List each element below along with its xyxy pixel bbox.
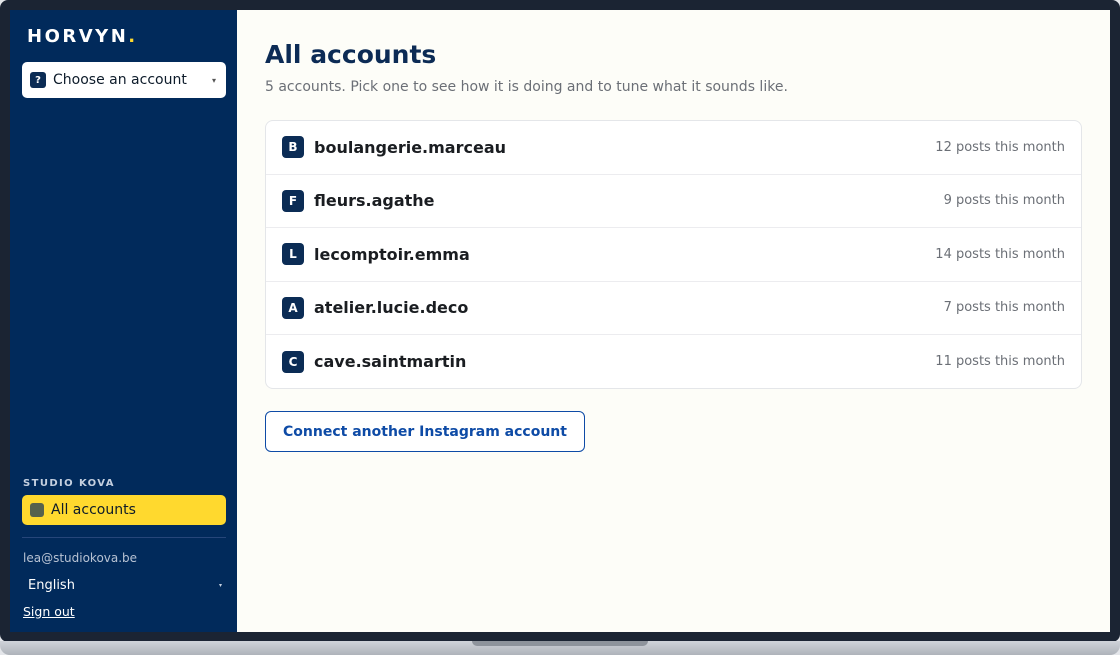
team-label: STUDIO KOVA <box>23 478 115 489</box>
brand-dot: . <box>128 26 138 47</box>
main-content: All accounts 5 accounts. Pick one to see… <box>237 10 1110 632</box>
account-post-count: 12 posts this month <box>935 139 1065 155</box>
device-notch <box>472 641 648 646</box>
brand-logo[interactable]: HORVYN. <box>27 26 138 47</box>
account-post-count: 11 posts this month <box>935 354 1065 370</box>
language-select[interactable]: English ▾ <box>22 576 222 594</box>
page-title: All accounts <box>265 40 437 69</box>
brand-name: HORVYN <box>27 26 129 47</box>
sidebar: HORVYN. ? Choose an account ▾ STUDIO KOV… <box>10 10 237 632</box>
account-name: cave.saintmartin <box>314 352 467 372</box>
account-name: atelier.lucie.deco <box>314 298 469 318</box>
chevron-down-icon: ▾ <box>211 75 216 85</box>
account-initial-badge: C <box>282 350 304 373</box>
sign-out-link[interactable]: Sign out <box>23 604 75 619</box>
account-list: B boulangerie.marceau 12 posts this mont… <box>265 120 1082 389</box>
account-initial-badge: A <box>282 296 304 319</box>
list-item[interactable]: A atelier.lucie.deco 7 posts this month <box>266 282 1081 335</box>
list-item[interactable]: L lecomptoir.emma 14 posts this month <box>266 228 1081 282</box>
account-post-count: 14 posts this month <box>935 246 1065 262</box>
sidebar-item-all-accounts[interactable]: All accounts <box>22 495 226 525</box>
account-selector[interactable]: ? Choose an account ▾ <box>22 62 226 98</box>
chevron-down-icon: ▾ <box>218 581 222 589</box>
list-item[interactable]: F fleurs.agathe 9 posts this month <box>266 175 1081 228</box>
list-item[interactable]: B boulangerie.marceau 12 posts this mont… <box>266 121 1081 175</box>
account-post-count: 7 posts this month <box>943 300 1065 316</box>
page-subtitle: 5 accounts. Pick one to see how it is do… <box>265 79 788 95</box>
list-item[interactable]: C cave.saintmartin 11 posts this month <box>266 335 1081 388</box>
account-name: lecomptoir.emma <box>314 244 470 264</box>
user-email: lea@studiokova.be <box>23 551 138 565</box>
grid-icon <box>30 503 44 517</box>
app-screen: HORVYN. ? Choose an account ▾ STUDIO KOV… <box>10 10 1110 632</box>
account-initial-badge: B <box>282 136 304 159</box>
sidebar-divider <box>22 537 226 538</box>
account-initial-badge: F <box>282 189 304 212</box>
account-name: boulangerie.marceau <box>314 137 506 157</box>
account-post-count: 9 posts this month <box>943 193 1065 209</box>
connect-instagram-button[interactable]: Connect another Instagram account <box>265 411 585 452</box>
account-selector-label: Choose an account <box>53 72 187 88</box>
account-name: fleurs.agathe <box>314 191 435 211</box>
account-initial-badge: L <box>282 243 304 266</box>
question-icon: ? <box>30 72 46 88</box>
sidebar-item-label: All accounts <box>51 502 136 518</box>
language-label: English <box>28 577 75 593</box>
